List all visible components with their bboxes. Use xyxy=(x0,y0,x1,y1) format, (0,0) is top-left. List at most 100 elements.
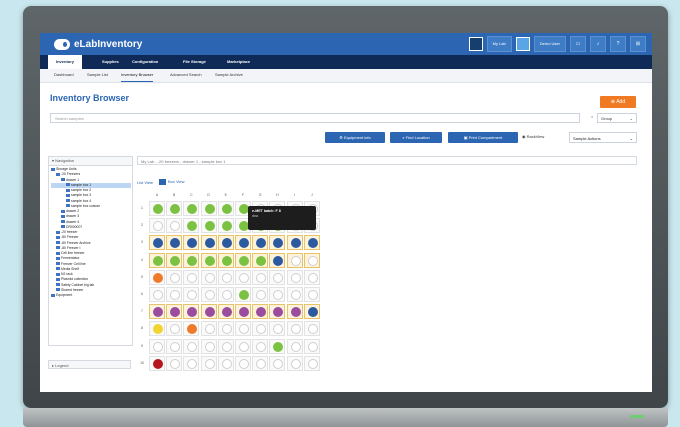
box-slot[interactable] xyxy=(269,338,286,354)
box-slot[interactable] xyxy=(252,321,269,337)
box-slot[interactable] xyxy=(149,338,165,354)
box-slot[interactable] xyxy=(269,355,286,371)
box-slot[interactable] xyxy=(217,287,234,302)
box-slot[interactable] xyxy=(183,252,200,268)
box-slot[interactable] xyxy=(286,269,303,285)
print-compartment-button[interactable]: ▣ Print Compartment xyxy=(448,132,518,143)
box-slot[interactable] xyxy=(166,338,183,354)
box-slot[interactable] xyxy=(183,269,200,285)
box-slot[interactable] xyxy=(183,355,200,371)
box-slot[interactable] xyxy=(200,201,217,216)
box-slot[interactable] xyxy=(252,269,269,285)
box-slot[interactable] xyxy=(166,355,183,371)
box-slot[interactable] xyxy=(200,218,217,234)
box-slot[interactable] xyxy=(217,218,234,234)
box-slot[interactable] xyxy=(252,355,269,371)
box-slot[interactable] xyxy=(269,235,286,251)
box-slot[interactable] xyxy=(303,355,320,371)
box-slot[interactable] xyxy=(166,287,183,302)
subnav-dashboard[interactable]: Dashboard xyxy=(54,69,74,81)
box-slot[interactable] xyxy=(200,252,217,268)
lab-selector-button[interactable]: My Lab xyxy=(486,36,512,52)
box-slot[interactable] xyxy=(166,269,183,285)
bell-icon[interactable]: ♪ xyxy=(590,36,606,52)
box-slot[interactable] xyxy=(183,235,200,251)
box-slot[interactable] xyxy=(166,201,183,216)
search-input[interactable]: Search samples xyxy=(50,113,580,123)
tab-file-storage[interactable]: File Storage xyxy=(183,55,206,69)
box-slot[interactable] xyxy=(235,252,251,268)
box-slot[interactable] xyxy=(183,287,200,302)
box-slot[interactable] xyxy=(183,338,200,354)
box-slot[interactable] xyxy=(217,235,234,251)
box-slot[interactable] xyxy=(149,201,165,216)
box-slot[interactable] xyxy=(149,235,165,251)
menu-icon[interactable] xyxy=(468,37,483,51)
box-view-tab[interactable]: Box View xyxy=(158,179,185,185)
box-slot[interactable] xyxy=(217,201,234,216)
help-icon[interactable]: ? xyxy=(610,36,626,52)
box-slot[interactable] xyxy=(166,252,183,268)
box-slot[interactable] xyxy=(286,321,303,337)
tab-marketplace[interactable]: Marketplace xyxy=(227,55,250,69)
box-slot[interactable] xyxy=(183,304,200,320)
box-slot[interactable] xyxy=(252,338,269,354)
box-slot[interactable] xyxy=(269,304,286,320)
box-slot[interactable] xyxy=(269,321,286,337)
box-slot[interactable] xyxy=(286,252,303,268)
box-slot[interactable] xyxy=(200,304,217,320)
box-slot[interactable] xyxy=(200,321,217,337)
box-slot[interactable] xyxy=(303,287,320,302)
user-menu-button[interactable]: Demo User xyxy=(533,36,566,52)
navigation-panel-header[interactable]: ▾ Navigation xyxy=(49,157,132,166)
box-slot[interactable] xyxy=(235,287,251,302)
equipment-info-button[interactable]: ⚙ Equipment info xyxy=(325,132,385,143)
box-slot[interactable] xyxy=(149,304,165,320)
box-slot[interactable] xyxy=(183,321,200,337)
box-slot[interactable] xyxy=(235,304,251,320)
list-view-tab[interactable]: List View xyxy=(137,180,153,185)
tab-configuration[interactable]: Configuration xyxy=(132,55,158,69)
box-slot[interactable] xyxy=(200,338,217,354)
box-slot[interactable] xyxy=(252,235,269,251)
box-slot[interactable] xyxy=(217,304,234,320)
legend-panel[interactable]: ▸ Legend xyxy=(48,360,131,369)
box-slot[interactable] xyxy=(149,321,165,337)
box-slot[interactable] xyxy=(269,252,286,268)
find-location-button[interactable]: ⌕ Find Location xyxy=(390,132,442,143)
subnav-advanced-search[interactable]: Advanced Search xyxy=(170,69,202,81)
box-slot[interactable] xyxy=(183,218,200,234)
rackview-toggle[interactable]: ◉ RackView xyxy=(522,134,544,139)
tab-inventory[interactable]: Inventory xyxy=(48,55,83,69)
box-slot[interactable] xyxy=(252,252,269,268)
box-slot[interactable] xyxy=(286,338,303,354)
box-slot[interactable] xyxy=(217,269,234,285)
box-slot[interactable] xyxy=(303,235,320,251)
box-slot[interactable] xyxy=(286,287,303,302)
app-logo[interactable]: eLabInventory xyxy=(54,37,142,51)
box-slot[interactable] xyxy=(269,269,286,285)
box-slot[interactable] xyxy=(303,304,320,320)
box-slot[interactable] xyxy=(286,355,303,371)
tree-node[interactable]: Equipment xyxy=(51,293,131,298)
box-slot[interactable] xyxy=(252,287,269,302)
subnav-sample-archive[interactable]: Sample Archive xyxy=(215,69,243,81)
box-slot[interactable] xyxy=(183,201,200,216)
subnav-inventory-browser[interactable]: Inventory Browser xyxy=(121,69,154,82)
box-slot[interactable] xyxy=(149,218,165,234)
box-slot[interactable] xyxy=(166,321,183,337)
box-slot[interactable] xyxy=(217,355,234,371)
box-slot[interactable] xyxy=(200,269,217,285)
box-slot[interactable] xyxy=(235,235,251,251)
subnav-sample-list[interactable]: Sample List xyxy=(87,69,108,81)
box-slot[interactable] xyxy=(149,252,165,268)
sample-actions-select[interactable]: Sample Actions ⌄ xyxy=(569,132,637,143)
box-slot[interactable] xyxy=(252,304,269,320)
box-slot[interactable] xyxy=(286,304,303,320)
box-slot[interactable] xyxy=(303,338,320,354)
box-slot[interactable] xyxy=(303,321,320,337)
box-slot[interactable] xyxy=(235,321,251,337)
tab-supplies[interactable]: Supplies xyxy=(102,55,119,69)
box-slot[interactable] xyxy=(217,338,234,354)
group-select[interactable]: Group ⌄ xyxy=(597,113,637,123)
